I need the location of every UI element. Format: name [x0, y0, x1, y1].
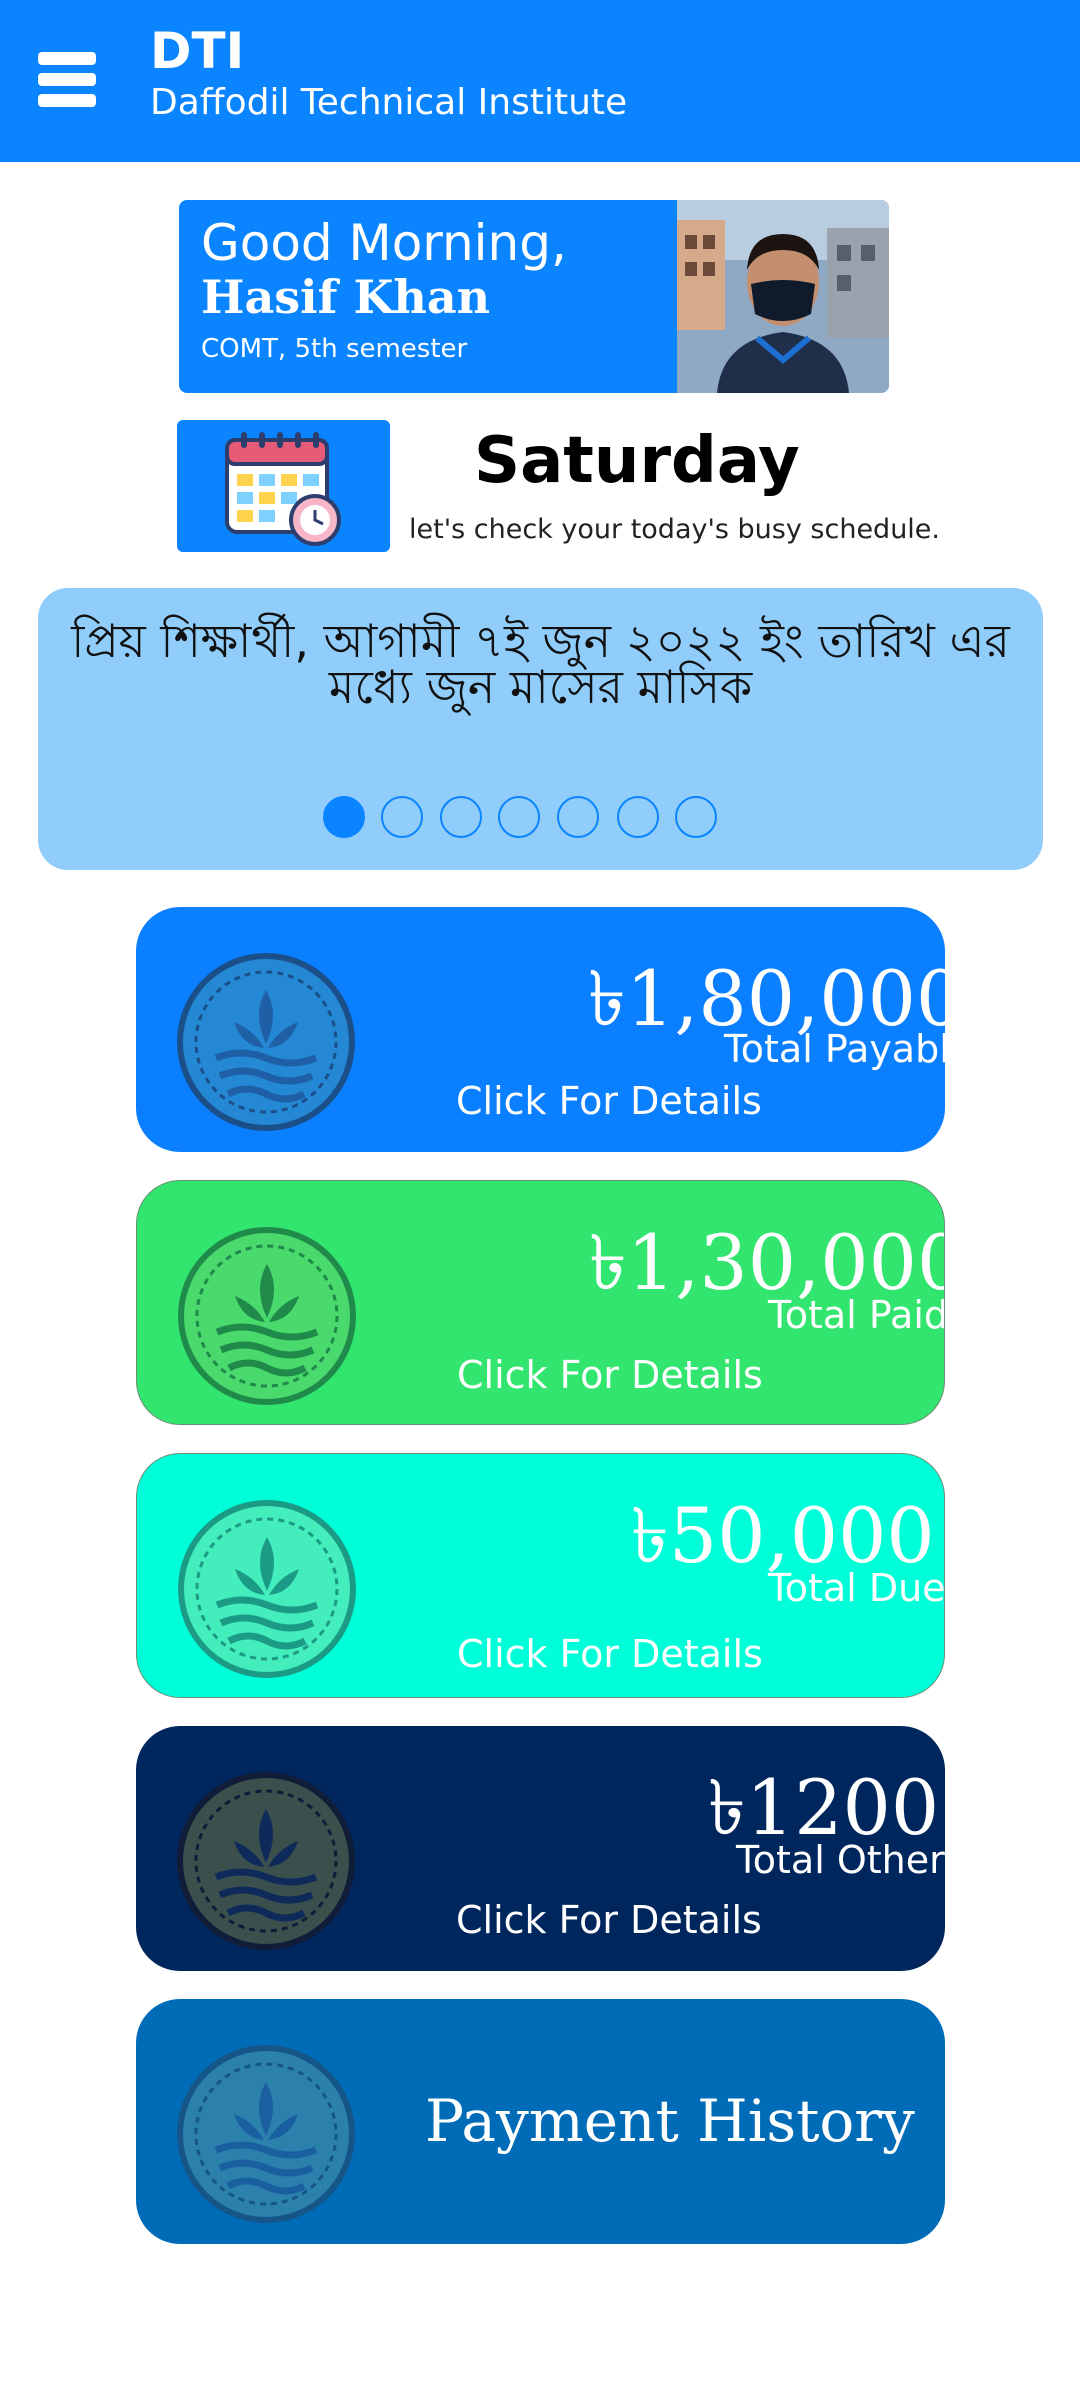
student-name: Hasif Khan	[201, 270, 491, 324]
payable-details-link[interactable]: Click For Details	[456, 1079, 762, 1123]
slider-dot[interactable]	[381, 796, 423, 838]
others-details-link[interactable]: Click For Details	[456, 1898, 762, 1942]
slider-indicator	[323, 796, 763, 842]
greeting-salutation: Good Morning,	[201, 214, 567, 272]
payable-label: Total Payable	[724, 1027, 945, 1071]
total-paid-card[interactable]: ৳1,30,000 Total Paid Click For Details	[136, 1180, 945, 1425]
dti-seal-icon	[177, 1772, 355, 1950]
slider-dot[interactable]	[675, 796, 717, 838]
slider-dot[interactable]	[557, 796, 599, 838]
due-details-link[interactable]: Click For Details	[457, 1632, 763, 1676]
others-label: Total Others	[736, 1838, 945, 1882]
slider-dot[interactable]	[440, 796, 482, 838]
payment-history-card[interactable]: Payment History	[136, 1999, 945, 2244]
dti-seal-icon	[177, 2045, 355, 2223]
app-subtitle: Daffodil Technical Institute	[150, 82, 628, 123]
slider-dot[interactable]	[323, 796, 365, 838]
total-payable-card[interactable]: ৳1,80,000 Total Payable Click For Detail…	[136, 907, 945, 1152]
total-due-card[interactable]: ৳50,000 Total Due Click For Details	[136, 1453, 945, 1698]
due-label: Total Due	[768, 1566, 945, 1610]
slider-dot[interactable]	[498, 796, 540, 838]
avatar[interactable]	[677, 200, 889, 393]
paid-label: Total Paid	[768, 1293, 945, 1337]
slider-dot[interactable]	[617, 796, 659, 838]
dti-seal-icon	[178, 1227, 356, 1405]
app-title: DTI	[150, 22, 245, 80]
calendar-icon[interactable]	[177, 420, 390, 552]
total-others-card[interactable]: ৳1200 Total Others Click For Details	[136, 1726, 945, 1971]
paid-details-link[interactable]: Click For Details	[457, 1353, 763, 1397]
payment-history-label: Payment History	[425, 2087, 915, 2155]
schedule-subtitle: let's check your today's busy schedule.	[409, 514, 940, 545]
notice-text: প্রিয় শিক্ষার্থী, আগামী ৭ই জুন ২০২২ ইং …	[71, 614, 1010, 714]
dti-seal-icon	[177, 953, 355, 1131]
menu-icon[interactable]	[38, 52, 96, 108]
dti-seal-icon	[178, 1500, 356, 1678]
app-bar: DTI Daffodil Technical Institute	[0, 0, 1080, 162]
greeting-card: Good Morning, Hasif Khan COMT, 5th semes…	[179, 200, 889, 393]
today-day: Saturday	[474, 424, 800, 498]
student-department: COMT, 5th semester	[201, 334, 468, 364]
notice-slider[interactable]: প্রিয় শিক্ষার্থী, আগামী ৭ই জুন ২০২২ ইং …	[38, 588, 1043, 870]
